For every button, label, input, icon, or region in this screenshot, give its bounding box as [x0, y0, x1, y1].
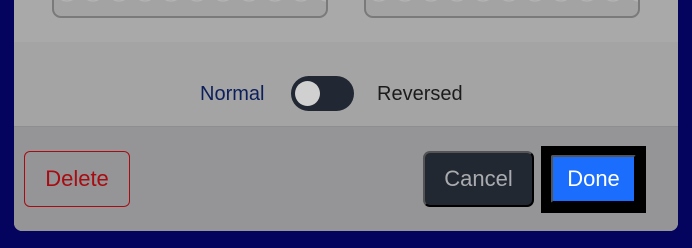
done-button[interactable]: Done: [551, 155, 636, 203]
reversed-label: Reversed: [377, 83, 463, 105]
cancel-button[interactable]: Cancel: [423, 151, 534, 207]
preview-row: [14, 0, 678, 43]
normal-label: Normal: [200, 83, 265, 105]
reversed-preview-card[interactable]: [364, 0, 640, 18]
delete-button[interactable]: Delete: [24, 151, 130, 207]
orientation-switch[interactable]: [291, 76, 354, 111]
switch-knob[interactable]: [295, 81, 320, 106]
normal-preview-card[interactable]: [52, 0, 328, 18]
